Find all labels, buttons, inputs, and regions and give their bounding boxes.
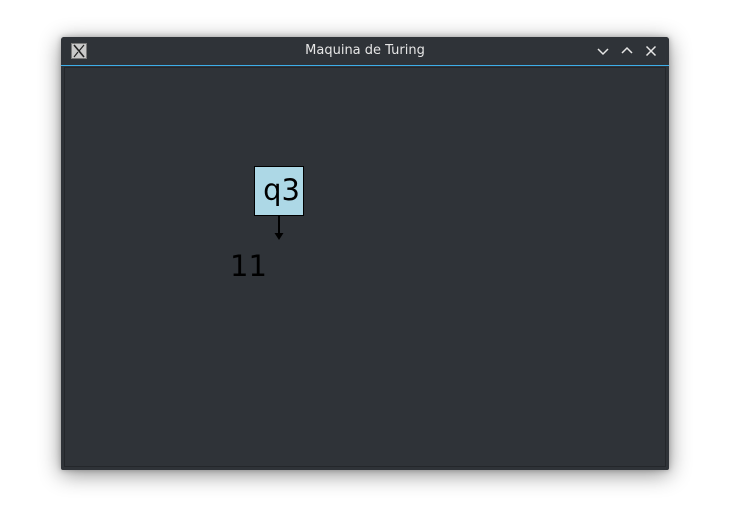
arrow-down-icon <box>273 216 285 246</box>
window-title: Maquina de Turing <box>305 43 425 58</box>
state-box: q3 <box>254 166 304 216</box>
maximize-button[interactable] <box>618 42 636 60</box>
close-button[interactable] <box>642 42 660 60</box>
app-window: Maquina de Turing q3 11 <box>61 37 669 470</box>
machine-canvas: q3 11 <box>64 67 666 467</box>
chevron-down-icon <box>597 48 609 56</box>
close-icon <box>645 45 657 57</box>
tape-content: 11 <box>230 249 267 283</box>
chevron-up-icon <box>621 46 633 54</box>
minimize-button[interactable] <box>594 42 612 60</box>
title-bar[interactable]: Maquina de Turing <box>61 37 669 66</box>
